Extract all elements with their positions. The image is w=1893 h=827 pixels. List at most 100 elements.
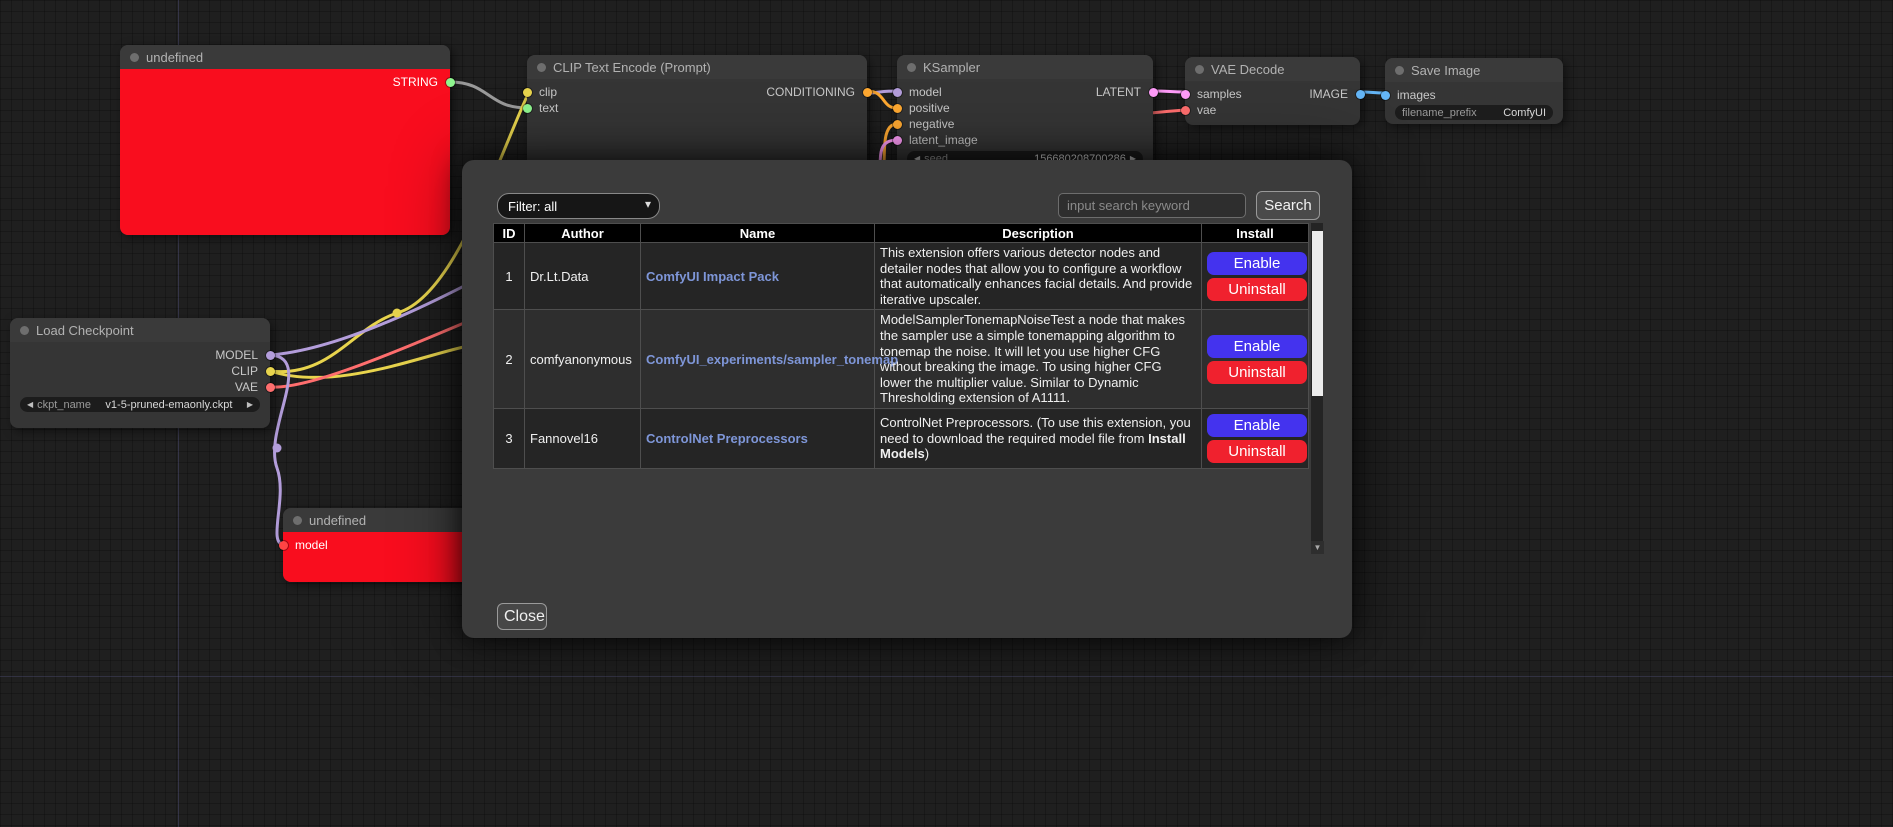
- input-slot-vae: vae: [1185, 102, 1360, 118]
- author-cell: Fannovel16: [525, 408, 641, 468]
- input-slot-text: text: [527, 100, 867, 116]
- widget-value: ComfyUI: [1481, 107, 1546, 119]
- increment-arrow-icon[interactable]: ▶: [247, 397, 253, 412]
- node-header[interactable]: VAE Decode: [1185, 57, 1360, 81]
- filename-prefix-widget[interactable]: filename_prefix ComfyUI: [1395, 105, 1553, 120]
- enable-button[interactable]: Enable: [1207, 335, 1307, 358]
- collapse-dot-icon[interactable]: [20, 326, 29, 335]
- extension-link[interactable]: ComfyUI_experiments/sampler_tonemap: [646, 352, 898, 367]
- slot-label: CONDITIONING: [766, 84, 855, 100]
- node-header[interactable]: Load Checkpoint: [10, 318, 270, 342]
- extension-manager-dialog: Filter: all ▾ Search ID Author Name Desc…: [462, 160, 1352, 638]
- node-header[interactable]: Save Image: [1385, 58, 1563, 82]
- scroll-down-arrow-icon[interactable]: ▼: [1311, 541, 1324, 554]
- node-load-checkpoint: Load Checkpoint MODEL CLIP VAE ◀ ckpt_na…: [10, 318, 270, 428]
- node-header[interactable]: KSampler: [897, 55, 1153, 79]
- filter-select[interactable]: Filter: all: [497, 193, 660, 219]
- input-slot-clip: clip: [527, 84, 697, 100]
- output-slot-conditioning: CONDITIONING: [697, 84, 867, 100]
- output-slot-latent: LATENT: [1025, 84, 1153, 100]
- table-scrollbar[interactable]: ▼: [1311, 223, 1323, 554]
- widget-label: filename_prefix: [1402, 107, 1477, 119]
- latent-output-dot-icon[interactable]: [1149, 88, 1158, 97]
- images-input-dot-icon[interactable]: [1381, 91, 1390, 100]
- install-cell: Enable Uninstall: [1202, 310, 1309, 409]
- collapse-dot-icon[interactable]: [293, 516, 302, 525]
- uninstall-button[interactable]: Uninstall: [1207, 278, 1307, 301]
- description-suffix: ): [925, 446, 929, 461]
- node-title: VAE Decode: [1211, 62, 1284, 77]
- input-slot-latent-image: latent_image: [897, 132, 1153, 148]
- node-body: samples IMAGE vae: [1185, 81, 1360, 125]
- negative-input-dot-icon[interactable]: [893, 120, 902, 129]
- table-row: 2 comfyanonymous ComfyUI_experiments/sam…: [494, 310, 1309, 409]
- collapse-dot-icon[interactable]: [537, 63, 546, 72]
- model-input-dot-icon[interactable]: [893, 88, 902, 97]
- slot-label: VAE: [235, 379, 258, 395]
- header-author: Author: [525, 224, 641, 243]
- enable-button[interactable]: Enable: [1207, 414, 1307, 437]
- model-output-dot-icon[interactable]: [266, 351, 275, 360]
- slot-label: latent_image: [909, 132, 978, 148]
- node-undefined-string: undefined STRING: [120, 45, 450, 235]
- search-button[interactable]: Search: [1256, 191, 1320, 220]
- description-cell: ModelSamplerTonemapNoiseTest a node that…: [875, 310, 1202, 409]
- string-output-dot-icon[interactable]: [446, 78, 455, 87]
- slot-label: vae: [1197, 102, 1216, 118]
- uninstall-button[interactable]: Uninstall: [1207, 361, 1307, 384]
- extension-link[interactable]: ComfyUI Impact Pack: [646, 269, 779, 284]
- node-vae-decode: VAE Decode samples IMAGE vae: [1185, 57, 1360, 125]
- node-title: undefined: [309, 513, 366, 528]
- extension-table: ID Author Name Description Install 1 Dr.…: [493, 223, 1309, 469]
- slot-label: CLIP: [231, 363, 258, 379]
- collapse-dot-icon[interactable]: [907, 63, 916, 72]
- id-cell: 3: [494, 408, 525, 468]
- slot-label: MODEL: [215, 347, 258, 363]
- header-install: Install: [1202, 224, 1309, 243]
- vae-output-dot-icon[interactable]: [266, 383, 275, 392]
- header-description: Description: [875, 224, 1202, 243]
- scrollbar-thumb[interactable]: [1312, 231, 1323, 396]
- close-button[interactable]: Close: [497, 603, 547, 630]
- model-input-dot-icon[interactable]: [279, 541, 288, 550]
- node-header[interactable]: CLIP Text Encode (Prompt): [527, 55, 867, 79]
- clip-input-dot-icon[interactable]: [523, 88, 532, 97]
- latent-image-input-dot-icon[interactable]: [893, 136, 902, 145]
- slot-label: text: [539, 100, 558, 116]
- enable-button[interactable]: Enable: [1207, 252, 1307, 275]
- collapse-dot-icon[interactable]: [1195, 65, 1204, 74]
- ckpt-name-widget[interactable]: ◀ ckpt_name v1-5-pruned-emaonly.ckpt ▶: [20, 397, 260, 412]
- collapse-dot-icon[interactable]: [1395, 66, 1404, 75]
- text-input-dot-icon[interactable]: [523, 104, 532, 113]
- table-row: 3 Fannovel16 ControlNet Preprocessors Co…: [494, 408, 1309, 468]
- decrement-arrow-icon[interactable]: ◀: [27, 397, 33, 412]
- collapse-dot-icon[interactable]: [130, 53, 139, 62]
- slot-label: samples: [1197, 86, 1242, 102]
- input-slot-images: images: [1385, 87, 1563, 103]
- output-slot-string: STRING: [120, 74, 450, 90]
- node-header[interactable]: undefined: [283, 508, 483, 532]
- install-cell: Enable Uninstall: [1202, 243, 1309, 310]
- clip-output-dot-icon[interactable]: [266, 367, 275, 376]
- output-slot-clip: CLIP: [10, 363, 270, 379]
- slot-label: clip: [539, 84, 557, 100]
- node-undefined-model: undefined model: [283, 508, 483, 582]
- slot-label: model: [295, 537, 328, 553]
- vae-input-dot-icon[interactable]: [1181, 106, 1190, 115]
- node-title: undefined: [146, 50, 203, 65]
- slot-label: model: [909, 84, 942, 100]
- node-header[interactable]: undefined: [120, 45, 450, 69]
- samples-input-dot-icon[interactable]: [1181, 90, 1190, 99]
- name-cell: ComfyUI_experiments/sampler_tonemap: [641, 310, 875, 409]
- positive-input-dot-icon[interactable]: [893, 104, 902, 113]
- uninstall-button[interactable]: Uninstall: [1207, 440, 1307, 463]
- node-body: STRING: [120, 69, 450, 235]
- node-title: CLIP Text Encode (Prompt): [553, 60, 711, 75]
- input-slot-model: model: [897, 84, 1025, 100]
- author-cell: Dr.Lt.Data: [525, 243, 641, 310]
- search-input[interactable]: [1058, 193, 1246, 218]
- image-output-dot-icon[interactable]: [1356, 90, 1365, 99]
- conditioning-output-dot-icon[interactable]: [863, 88, 872, 97]
- slot-label: images: [1397, 87, 1436, 103]
- extension-link[interactable]: ControlNet Preprocessors: [646, 431, 808, 446]
